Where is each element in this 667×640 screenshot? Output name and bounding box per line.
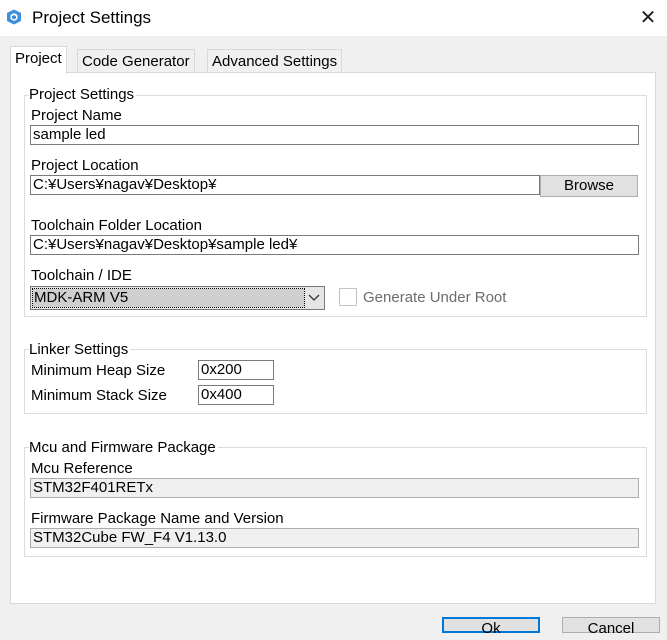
ok-button[interactable]: Ok [442,617,540,637]
toolchain-ide-select[interactable]: MDK-ARM V5 [30,286,325,310]
close-icon[interactable]: ✕ [634,5,662,31]
project-name-label: Project Name [31,107,122,124]
tab-project[interactable]: Project [10,46,67,74]
mcu-firmware-legend: Mcu and Firmware Package [29,439,218,457]
window-title: Project Settings [32,8,152,27]
min-heap-label: Minimum Heap Size [31,362,166,379]
generate-under-root-checkbox[interactable] [339,288,357,306]
cancel-button[interactable]: Cancel [562,617,660,637]
tab-code-generator[interactable]: Code Generator [77,49,195,74]
firmware-package-field: STM32Cube FW_F4 V1.13.0 [30,528,639,548]
toolchain-ide-selected-value: MDK-ARM V5 [32,288,305,308]
project-location-field[interactable]: C:¥Users¥nagav¥Desktop¥ [30,175,540,195]
project-name-field[interactable]: sample led [30,125,639,145]
toolchain-folder-field[interactable]: C:¥Users¥nagav¥Desktop¥sample led¥ [30,235,639,255]
min-stack-label: Minimum Stack Size [31,387,167,404]
linker-settings-legend: Linker Settings [29,341,131,359]
tab-advanced-settings[interactable]: Advanced Settings [207,49,343,74]
project-location-label: Project Location [31,157,139,174]
mcu-reference-label: Mcu Reference [31,460,133,477]
toolchain-ide-label: Toolchain / IDE [31,267,132,284]
chevron-down-icon [307,290,321,304]
generate-under-root-label: Generate Under Root [363,289,507,306]
project-settings-legend: Project Settings [29,86,137,104]
min-stack-field[interactable]: 0x400 [198,385,274,405]
mcu-reference-field: STM32F401RETx [30,478,639,498]
browse-button[interactable]: Browse [540,175,638,197]
app-cube-icon [6,9,22,25]
min-heap-field[interactable]: 0x200 [198,360,274,380]
firmware-package-label: Firmware Package Name and Version [31,510,284,527]
toolchain-folder-label: Toolchain Folder Location [31,217,202,234]
title-bar: Project Settings ✕ [0,0,667,36]
